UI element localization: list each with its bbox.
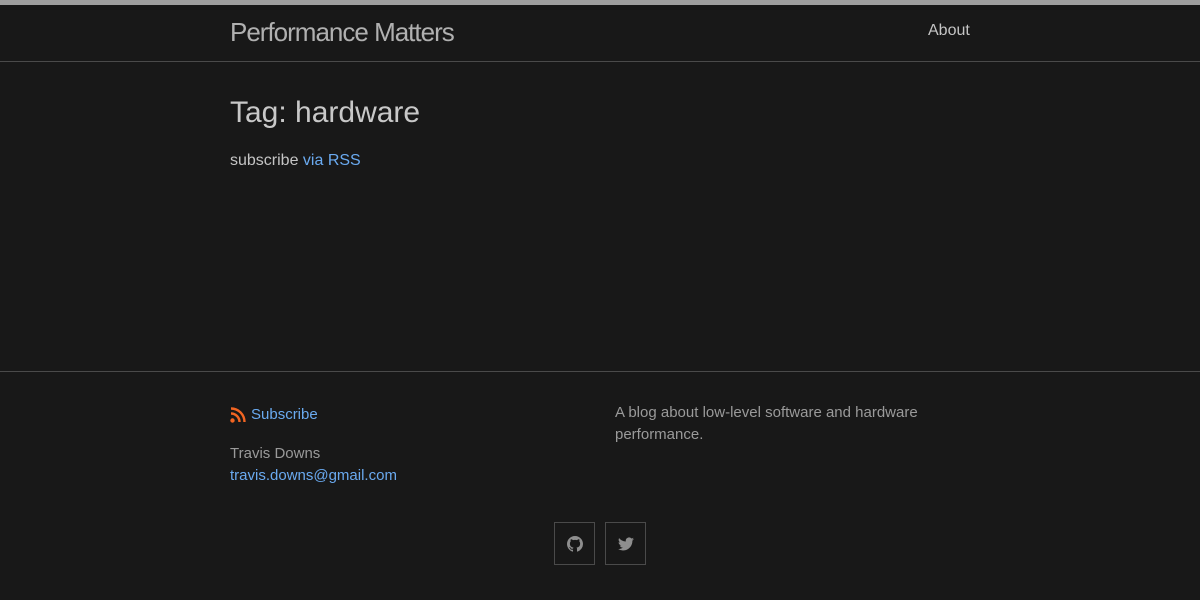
github-button[interactable] bbox=[554, 522, 595, 565]
subscribe-prefix: subscribe bbox=[230, 152, 303, 169]
site-footer: Subscribe Travis Downs travis.downs@gmai… bbox=[0, 371, 1200, 600]
footer-subscribe-link[interactable]: Subscribe bbox=[230, 406, 318, 423]
subscribe-line: subscribe via RSS bbox=[230, 152, 361, 170]
footer-subscribe-label: Subscribe bbox=[251, 406, 318, 423]
site-title-link[interactable]: Performance Matters bbox=[230, 17, 455, 48]
site-header: Performance Matters About bbox=[0, 5, 1200, 62]
page-content: Tag: hardware subscribe via RSS bbox=[0, 62, 1200, 371]
site-description: A blog about low-level software and hard… bbox=[615, 404, 918, 443]
page-title: Tag: hardware bbox=[230, 96, 421, 129]
author-email-link[interactable]: travis.downs@gmail.com bbox=[230, 467, 397, 484]
rss-icon bbox=[230, 406, 246, 423]
twitter-button[interactable] bbox=[605, 522, 646, 565]
nav-about-link[interactable]: About bbox=[928, 22, 970, 40]
rss-link[interactable]: via RSS bbox=[303, 152, 361, 169]
twitter-icon bbox=[617, 537, 634, 551]
author-name: Travis Downs bbox=[230, 445, 321, 462]
github-icon bbox=[566, 535, 583, 552]
